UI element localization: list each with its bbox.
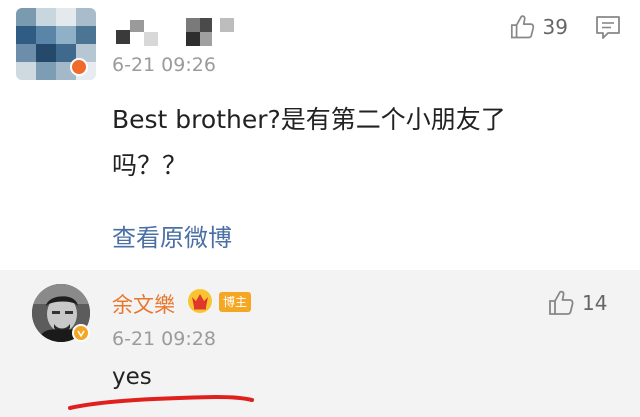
reply-timestamp: 6-21 09:28 [112,328,216,350]
comment-like-button[interactable]: 39 [508,12,568,42]
comment-like-count: 39 [542,15,568,39]
thumbs-up-icon [510,15,535,39]
reply-like-count: 14 [582,291,608,315]
commenter-name-censored[interactable] [116,14,246,50]
host-badge: 博主 [219,292,252,312]
comment-icon[interactable] [594,13,622,41]
verified-badge-icon [72,324,90,342]
comment-text: Best brother?是有第二个小朋友了吗？？ [112,105,506,180]
view-original-link[interactable]: 查看原微博 [112,218,232,253]
comment-timestamp: 6-21 09:26 [112,54,216,76]
red-underline-annotation [68,394,254,410]
reply-like-button[interactable]: 14 [546,288,626,318]
reply-author-name[interactable]: 余文樂 [112,289,175,319]
crown-icon [188,289,212,313]
thumbs-up-icon [549,290,574,315]
verified-badge-icon [70,58,88,76]
